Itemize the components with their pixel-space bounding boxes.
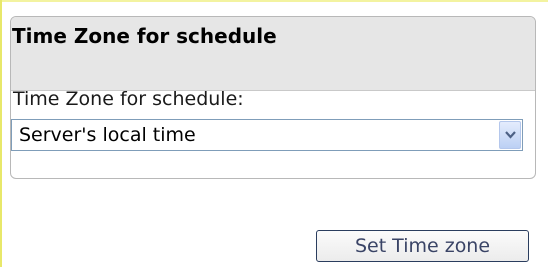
chevron-down-icon	[505, 131, 516, 139]
frame-top-border	[0, 0, 548, 2]
time-zone-label: Time Zone for schedule:	[13, 88, 244, 110]
time-zone-select[interactable]: Server's local time	[11, 119, 523, 151]
time-zone-select-value: Server's local time	[19, 124, 196, 146]
frame-left-border	[0, 0, 2, 267]
set-time-zone-button[interactable]: Set Time zone	[316, 230, 529, 262]
panel-title: Time Zone for schedule	[12, 24, 277, 48]
dropdown-arrow-button[interactable]	[499, 121, 521, 149]
